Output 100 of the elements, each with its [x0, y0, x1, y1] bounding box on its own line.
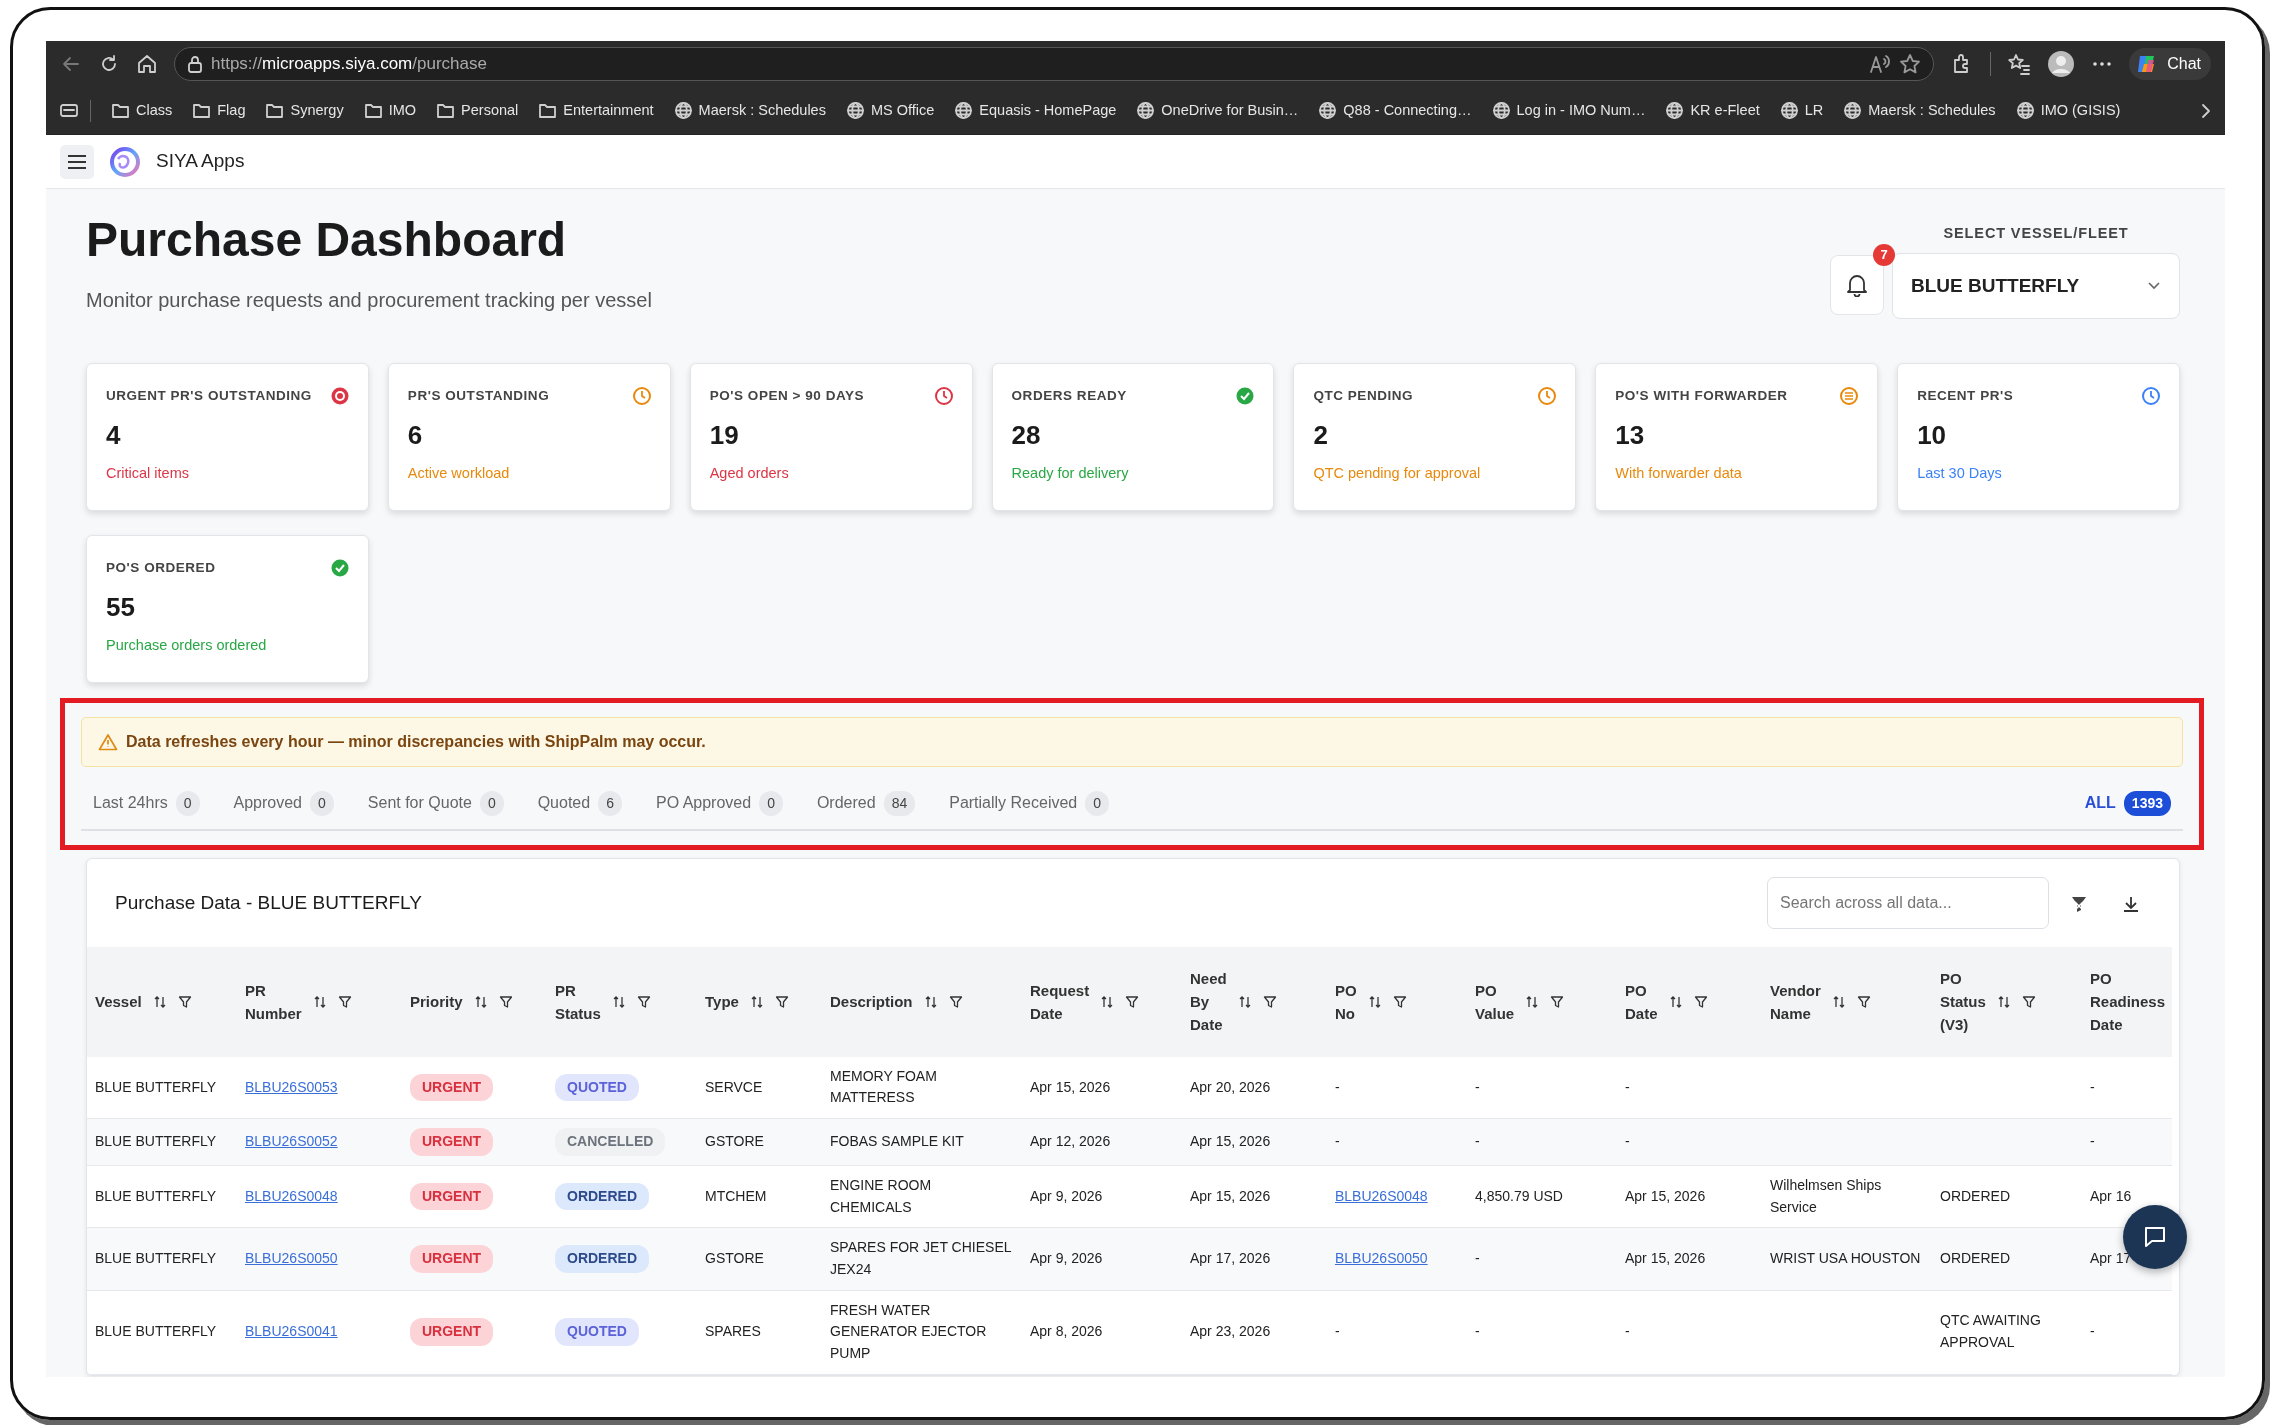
- globe-icon: [845, 101, 865, 120]
- bookmark-link[interactable]: Personal: [436, 99, 519, 122]
- bookmark-link[interactable]: Class: [111, 99, 173, 122]
- bookmark-link[interactable]: Maersk : Schedules: [673, 99, 826, 122]
- pr-number-link[interactable]: BLBU26S0048: [245, 1187, 338, 1204]
- pr-number-link[interactable]: BLBU26S0053: [245, 1078, 338, 1095]
- date-text: Apr 15, 2026: [1030, 1078, 1111, 1095]
- date-text: -: [1625, 1133, 1630, 1150]
- sort-icon[interactable]: [1997, 994, 2010, 1009]
- bookmark-link[interactable]: Synergy: [265, 99, 344, 122]
- sort-icon[interactable]: [1526, 994, 1539, 1009]
- filter-tab[interactable]: Approved 0: [233, 791, 334, 817]
- sort-icon[interactable]: [153, 994, 166, 1009]
- value-text: -: [1475, 1133, 1480, 1150]
- filter-icon[interactable]: [2021, 994, 2036, 1009]
- bookmark-link[interactable]: MS Office: [845, 99, 935, 122]
- filter-tab[interactable]: Quoted 6: [537, 791, 622, 817]
- date-text: Apr 16: [2090, 1187, 2132, 1204]
- vessel-name: BLUE BUTTERFLY: [95, 1250, 217, 1267]
- sort-icon[interactable]: [1101, 994, 1114, 1009]
- avatar-icon[interactable]: [2047, 50, 2076, 78]
- status-tag: CANCELLED: [555, 1128, 666, 1156]
- type-text: GSTORE: [705, 1250, 764, 1267]
- date-text: Apr 20, 2026: [1190, 1078, 1271, 1095]
- sort-icon[interactable]: [1832, 994, 1845, 1009]
- home-icon[interactable]: [136, 53, 158, 75]
- column-header: PO No: [1335, 980, 1357, 1024]
- globe-icon: [1136, 101, 1156, 120]
- stat-title: PO'S OPEN > 90 DAYS: [709, 386, 865, 405]
- filter-tab[interactable]: PO Approved 0: [655, 791, 783, 817]
- read-aloud-icon[interactable]: [1869, 54, 1892, 74]
- page-title: Purchase Dashboard: [86, 212, 568, 268]
- sort-icon[interactable]: [474, 994, 487, 1009]
- stat-title: RECENT PR'S: [1917, 386, 2014, 405]
- search-field[interactable]: Search across all data...: [1767, 876, 2049, 929]
- filter-tab[interactable]: Sent for Quote 0: [367, 791, 504, 817]
- bookmark-link[interactable]: Q88 - Connecting…: [1318, 99, 1472, 122]
- filter-icon[interactable]: [774, 994, 789, 1009]
- bookmark-link[interactable]: Maersk : Schedules: [1843, 99, 1996, 122]
- globe-icon: [1779, 101, 1799, 120]
- bookmark-link[interactable]: Entertainment: [538, 99, 654, 122]
- globe-icon: [1318, 101, 1338, 120]
- bookmark-link[interactable]: Flag: [192, 99, 246, 122]
- pr-number-link[interactable]: BLBU26S0041: [245, 1323, 338, 1340]
- bookmark-link[interactable]: KR e-Fleet: [1665, 99, 1760, 122]
- bookmark-link[interactable]: LR: [1779, 99, 1824, 122]
- pr-number-link[interactable]: BLBU26S0052: [245, 1133, 338, 1150]
- bookmark-link[interactable]: Equasis - HomePage: [954, 99, 1117, 122]
- filter-icon[interactable]: [177, 994, 192, 1009]
- chevron-right-icon[interactable]: [2199, 101, 2213, 120]
- filter-tab[interactable]: Last 24hrs 0: [93, 791, 200, 817]
- stat-note: Critical items: [106, 464, 190, 483]
- filter-tab[interactable]: Ordered 84: [816, 791, 916, 817]
- sort-icon[interactable]: [1238, 994, 1251, 1009]
- type-text: MTCHEM: [705, 1187, 767, 1204]
- po-status-text: ORDERED: [1940, 1250, 2010, 1267]
- pr-number-link[interactable]: BLBU26S0050: [245, 1250, 338, 1267]
- sort-icon[interactable]: [612, 994, 625, 1009]
- stat-title: URGENT PR'S OUTSTANDING: [106, 386, 312, 405]
- stat-note: Active workload: [407, 464, 511, 483]
- date-text: -: [2090, 1078, 2095, 1095]
- favorites-icon[interactable]: [2007, 52, 2032, 76]
- filter-icon[interactable]: [1262, 994, 1277, 1009]
- date-text: Apr 15, 2026: [1190, 1133, 1271, 1150]
- filter-icon[interactable]: [498, 994, 513, 1009]
- filter-icon[interactable]: [1693, 994, 1708, 1009]
- po-number-link[interactable]: BLBU26S0050: [1335, 1250, 1428, 1267]
- sort-icon[interactable]: [924, 994, 937, 1009]
- filter-icon[interactable]: [1856, 994, 1871, 1009]
- filter-icon[interactable]: [948, 994, 963, 1009]
- sort-icon[interactable]: [313, 994, 326, 1009]
- date-text: Apr 9, 2026: [1030, 1187, 1103, 1204]
- description-text: FRESH WATER GENERATOR EJECTOR PUMP: [830, 1301, 987, 1361]
- filter-icon[interactable]: [1392, 994, 1407, 1009]
- filter-icon[interactable]: [1550, 994, 1565, 1009]
- date-text: Apr 9, 2026: [1030, 1250, 1103, 1267]
- menu-button[interactable]: [60, 144, 94, 179]
- table-title: Purchase Data - BLUE BUTTERFLY: [115, 890, 422, 915]
- po-number-link[interactable]: BLBU26S0048: [1335, 1187, 1428, 1204]
- star-icon[interactable]: [1899, 53, 1922, 75]
- stat-value: 2: [1313, 419, 1329, 452]
- bookmark-link[interactable]: OneDrive for Busin…: [1136, 99, 1299, 122]
- vessel-select[interactable]: BLUE BUTTERFLY: [1892, 252, 2180, 319]
- column-header: PR Number: [245, 980, 302, 1024]
- notification-count: 7: [1873, 243, 1895, 266]
- chat-button[interactable]: Chat: [2129, 48, 2211, 80]
- bookmark-link[interactable]: IMO (GISIS): [2015, 99, 2121, 122]
- address-text[interactable]: https://microapps.siya.com/purchase: [211, 51, 487, 77]
- date-text: Apr 23, 2026: [1190, 1323, 1271, 1340]
- filter-icon[interactable]: [1125, 994, 1140, 1009]
- bookmark-link[interactable]: Log in - IMO Num…: [1491, 99, 1646, 122]
- filter-icon[interactable]: [636, 994, 651, 1009]
- filter-tab[interactable]: Partially Received 0: [949, 791, 1110, 817]
- priority-tag: URGENT: [410, 1128, 494, 1156]
- sort-icon[interactable]: [750, 994, 763, 1009]
- bookmark-link[interactable]: IMO: [363, 99, 417, 122]
- filter-icon[interactable]: [337, 994, 352, 1009]
- sort-icon[interactable]: [1368, 994, 1381, 1009]
- sort-icon[interactable]: [1669, 994, 1682, 1009]
- priority-tag: URGENT: [410, 1073, 494, 1102]
